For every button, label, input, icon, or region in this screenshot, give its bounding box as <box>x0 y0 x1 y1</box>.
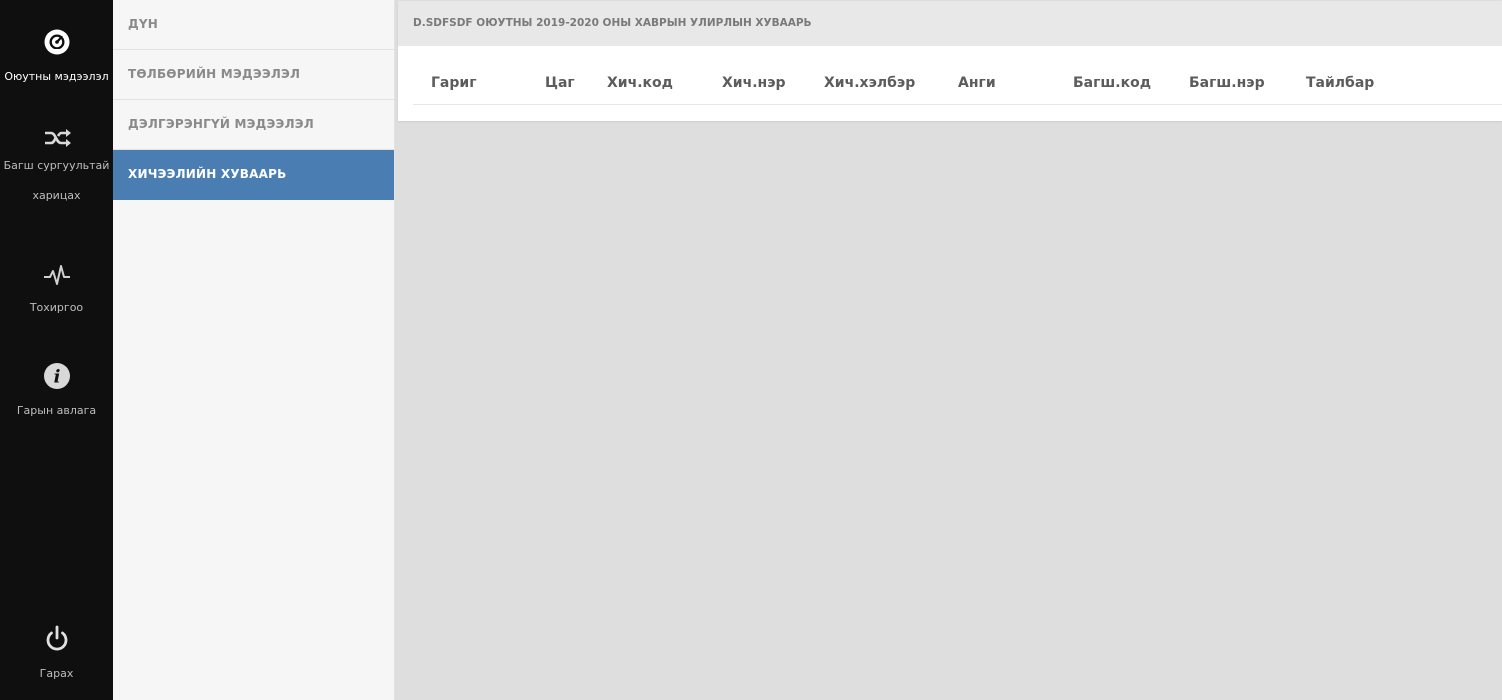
rail-item-label-line2: харицах <box>32 189 81 202</box>
submenu-item-class-schedule[interactable]: ХИЧЭЭЛИЙН ХУВААРЬ <box>113 150 394 200</box>
column-header-course-code: Хич.код <box>607 75 673 91</box>
info-icon: i <box>43 363 70 389</box>
column-header-course-name: Хич.нэр <box>722 75 786 91</box>
schedule-table: Гариг Цаг Хич.код Хич.нэр Хич.хэлбэр Анг… <box>413 63 1502 105</box>
sub-menu: ДҮН ТӨЛБӨРИЙН МЭДЭЭЛЭЛ ДЭЛГЭРЭНГҮЙ МЭДЭЭ… <box>113 0 395 700</box>
rail-item-manual[interactable]: i Гарын авлага <box>0 361 113 430</box>
icon-rail: Оюутны мэдээлэл Багш сургуультай харицах… <box>0 0 113 700</box>
rail-item-student-info[interactable]: Оюутны мэдээлэл <box>0 27 113 96</box>
submenu-item-detailed-info[interactable]: ДЭЛГЭРЭНГҮЙ МЭДЭЭЛЭЛ <box>113 100 394 150</box>
column-header-course-type: Хич.хэлбэр <box>824 75 916 91</box>
shuffle-icon <box>44 129 71 147</box>
main-content: D.SDFSDF ОЮУТНЫ 2019-2020 ОНЫ ХАВРЫН УЛИ… <box>396 0 1502 700</box>
submenu-item-payment-info[interactable]: ТӨЛБӨРИЙН МЭДЭЭЛЭЛ <box>113 50 394 100</box>
submenu-item-grades[interactable]: ДҮН <box>113 0 394 50</box>
panel-title: D.SDFSDF ОЮУТНЫ 2019-2020 ОНЫ ХАВРЫН УЛИ… <box>398 1 1502 46</box>
power-icon <box>46 625 67 651</box>
schedule-panel: D.SDFSDF ОЮУТНЫ 2019-2020 ОНЫ ХАВРЫН УЛИ… <box>398 1 1502 121</box>
svg-text:i: i <box>53 367 60 388</box>
rail-item-label: Тохиргоо <box>29 301 84 314</box>
rail-item-label: Багш сургуультай <box>3 159 110 172</box>
column-header-notes: Тайлбар <box>1306 75 1375 91</box>
rail-item-teacher-contact[interactable]: Багш сургуультай харицах <box>0 125 113 211</box>
column-header-class: Анги <box>958 75 996 91</box>
rail-item-label: Гарын авлага <box>16 404 97 417</box>
column-header-teacher-code: Багш.код <box>1073 75 1152 91</box>
rail-item-logout[interactable]: Гарах <box>0 624 113 693</box>
rail-item-settings[interactable]: Тохиргоо <box>0 262 113 327</box>
column-header-teacher-name: Багш.нэр <box>1189 75 1265 91</box>
dashboard-icon <box>44 29 69 55</box>
pulse-icon <box>43 265 70 285</box>
rail-item-label: Оюутны мэдээлэл <box>4 70 109 83</box>
column-header-day: Гариг <box>431 75 477 91</box>
column-header-time: Цаг <box>545 75 575 91</box>
rail-item-label: Гарах <box>39 667 74 680</box>
